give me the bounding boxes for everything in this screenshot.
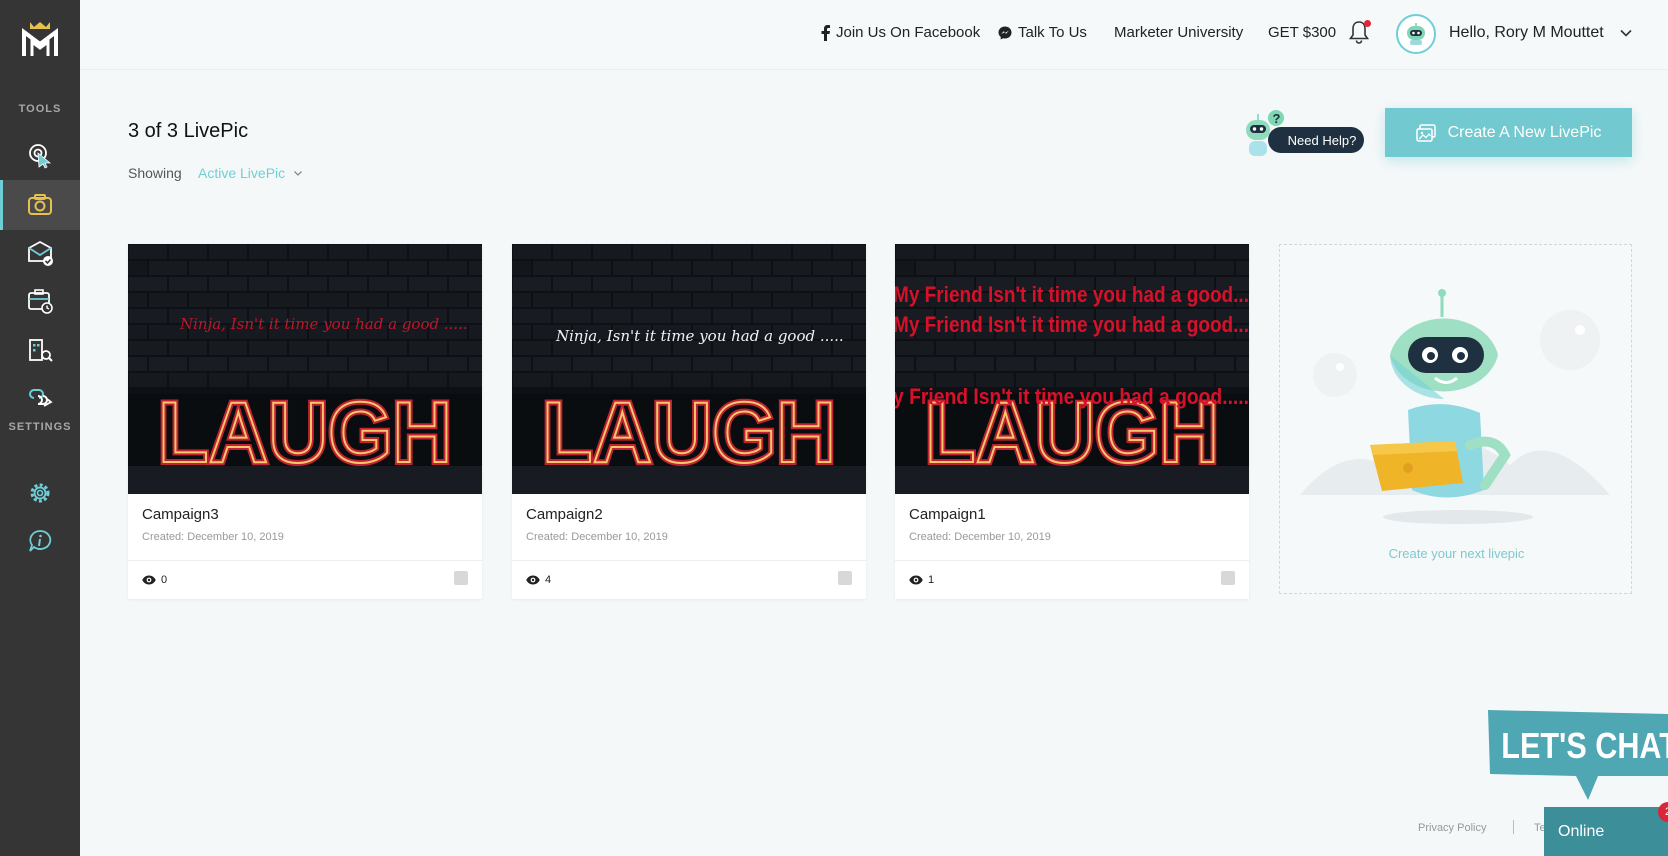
cursor-target-icon [29, 144, 52, 169]
sidebar-tools-label: TOOLS [18, 103, 62, 115]
thumbnail-image: LAUGH LAUGH Ninja, Isn't it time you had… [128, 244, 482, 494]
view-count: 1 [909, 574, 934, 586]
user-greeting[interactable]: Hello, Rory M Mouttet [1449, 24, 1604, 42]
lets-chat-bubble[interactable]: LET'S CHAT! [1486, 708, 1668, 800]
chevron-down-icon[interactable] [1619, 26, 1633, 40]
sidebar: TOOLS SETTINGS [0, 0, 80, 856]
livepic-card-title[interactable]: Campaign1 [909, 506, 986, 523]
privacy-policy-link[interactable]: Privacy Policy [1418, 822, 1486, 834]
archive-icon[interactable] [1221, 571, 1235, 585]
lets-chat-text: LET'S CHAT! [1501, 727, 1668, 767]
sidebar-item-livepic[interactable] [0, 180, 80, 230]
facebook-link-label: Join Us On Facebook [836, 24, 981, 41]
livepic-thumbnail[interactable]: LAUGH LAUGH Ninja, Isn't it time you had… [512, 244, 866, 494]
page-title: 3 of 3 LivePic [128, 120, 249, 142]
facebook-link[interactable]: Join Us On Facebook [821, 24, 980, 41]
view-count: 0 [142, 574, 167, 586]
brand-logo[interactable] [18, 20, 62, 60]
svg-text:?: ? [1273, 111, 1281, 126]
view-count: 4 [526, 574, 551, 586]
help-robot-icon[interactable]: ? [1238, 108, 1286, 158]
create-next-livepic-text: Create your next livepic [1388, 546, 1525, 561]
overlay-text: y Friend Isn't it time you had a good...… [895, 384, 1249, 409]
robot-avatar-icon [1407, 23, 1425, 45]
livepic-thumbnail[interactable]: LAUGH LAUGH Ninja, Isn't it time you had… [128, 244, 482, 494]
talk-to-us-label: Talk To Us [1018, 24, 1087, 41]
sidebar-item-settings[interactable] [0, 468, 80, 518]
create-livepic-button[interactable]: Create A New LivePic [1385, 108, 1632, 157]
image-add-icon [1415, 123, 1436, 142]
create-next-livepic-card[interactable]: Create your next livepic [1279, 244, 1632, 594]
livepic-card-date: Created: December 10, 2019 [909, 531, 1051, 543]
view-count-value: 1 [928, 574, 935, 586]
sidebar-item-info[interactable] [0, 516, 80, 566]
link-share-icon [29, 389, 53, 407]
sidebar-settings-label: SETTINGS [8, 421, 72, 433]
notification-dot [1364, 20, 1371, 27]
livepic-filter-select[interactable]: Active LivePic [198, 165, 303, 181]
view-count-value: 0 [161, 574, 168, 586]
calendar-clock-icon [28, 289, 53, 314]
camera-icon [28, 194, 52, 215]
footer-divider [1513, 820, 1514, 834]
create-livepic-label: Create A New LivePic [1447, 123, 1602, 141]
robot-laptop-illustration [1300, 289, 1610, 524]
mail-check-icon [28, 240, 53, 266]
livepic-card[interactable]: LAUGH LAUGH Ninja, Isn't it time you had… [128, 244, 482, 599]
thumbnail-image: LAUGH LAUGH Ninja, Isn't it time you had… [512, 244, 866, 494]
sidebar-item-schedule[interactable] [0, 276, 80, 326]
livepic-card[interactable]: LAUGH LAUGH Ninja, Isn't it time you had… [512, 244, 866, 599]
showing-label: Showing [128, 165, 182, 181]
get-300-link[interactable]: GET $300 [1268, 24, 1336, 41]
view-count-value: 4 [545, 574, 552, 586]
eye-icon [142, 575, 156, 585]
facebook-icon [821, 24, 830, 41]
info-chat-icon [29, 530, 52, 552]
thumbnail-image: LAUGH LAUGH My Friend Isn't it time you … [895, 244, 1249, 494]
overlay-text: My Friend Isn't it time you had a good..… [895, 282, 1249, 307]
sidebar-item-links[interactable] [0, 373, 80, 423]
overlay-text: Ninja, Isn't it time you had a good ....… [179, 315, 468, 333]
card-divider [512, 560, 866, 561]
livepic-card[interactable]: LAUGH LAUGH My Friend Isn't it time you … [895, 244, 1249, 599]
livepic-card-title[interactable]: Campaign3 [142, 506, 219, 523]
overlay-text: My Friend Isn't it time you had a good..… [895, 312, 1249, 337]
archive-icon[interactable] [838, 571, 852, 585]
sidebar-item-email[interactable] [0, 228, 80, 278]
livepic-card-date: Created: December 10, 2019 [526, 531, 668, 543]
sidebar-item-tracking[interactable] [0, 130, 80, 180]
overlay-text: Ninja, Isn't it time you had a good ....… [555, 327, 844, 345]
talk-to-us-link[interactable]: Talk To Us [998, 24, 1087, 41]
archive-icon[interactable] [454, 571, 468, 585]
gear-icon [30, 483, 50, 503]
card-divider [128, 560, 482, 561]
card-divider [895, 560, 1249, 561]
livepic-filter-value: Active LivePic [198, 165, 286, 181]
messenger-icon [998, 26, 1012, 39]
livepic-card-date: Created: December 10, 2019 [142, 531, 284, 543]
chat-online-button[interactable]: Online [1544, 807, 1668, 856]
livepic-card-title[interactable]: Campaign2 [526, 506, 603, 523]
avatar[interactable] [1396, 14, 1436, 54]
marketer-university-link[interactable]: Marketer University [1114, 24, 1243, 41]
livepic-thumbnail[interactable]: LAUGH LAUGH My Friend Isn't it time you … [895, 244, 1249, 494]
chevron-down-icon [294, 171, 303, 176]
sidebar-item-audit[interactable] [0, 325, 80, 375]
eye-icon [909, 575, 923, 585]
building-search-icon [29, 339, 53, 362]
eye-icon [526, 575, 540, 585]
